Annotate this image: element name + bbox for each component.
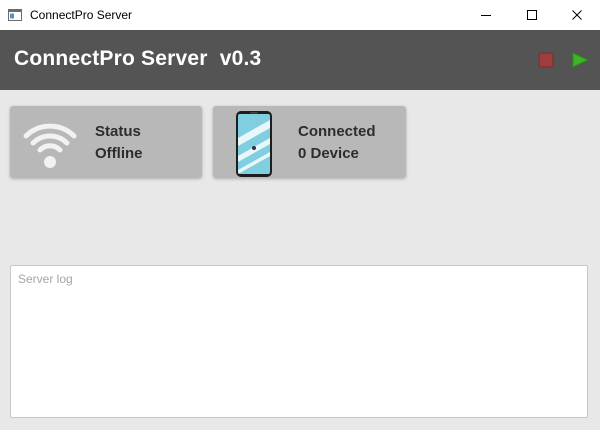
connected-devices-card: Connected 0 Device: [213, 106, 406, 178]
status-text: Status Offline: [95, 121, 143, 165]
minimize-button[interactable]: [463, 0, 509, 30]
app-title: ConnectPro Server v0.3: [14, 47, 262, 70]
status-value: Offline: [95, 145, 143, 162]
window-titlebar[interactable]: ConnectPro Server: [0, 0, 600, 30]
connected-label: Connected: [298, 123, 376, 140]
status-card: Status Offline: [10, 106, 202, 178]
stop-icon: [538, 52, 554, 68]
app-window: ConnectPro Server ConnectPro Server v0.3: [0, 0, 600, 430]
server-log-textarea[interactable]: [10, 265, 588, 418]
phone-icon: [235, 110, 273, 183]
status-label: Status: [95, 123, 141, 140]
connected-text: Connected 0 Device: [298, 121, 376, 165]
close-icon: [572, 10, 582, 20]
window-title: ConnectPro Server: [30, 8, 133, 22]
wifi-icon: [22, 112, 78, 175]
stop-server-button[interactable]: [536, 50, 556, 70]
connected-count: 0 Device: [298, 145, 359, 162]
minimize-icon: [481, 15, 491, 16]
app-window-icon: [8, 8, 22, 21]
app-header: ConnectPro Server v0.3: [0, 30, 600, 90]
close-button[interactable]: [554, 0, 600, 30]
play-icon: [572, 52, 589, 68]
maximize-button[interactable]: [509, 0, 555, 30]
maximize-icon: [527, 10, 537, 20]
start-server-button[interactable]: [570, 50, 590, 70]
